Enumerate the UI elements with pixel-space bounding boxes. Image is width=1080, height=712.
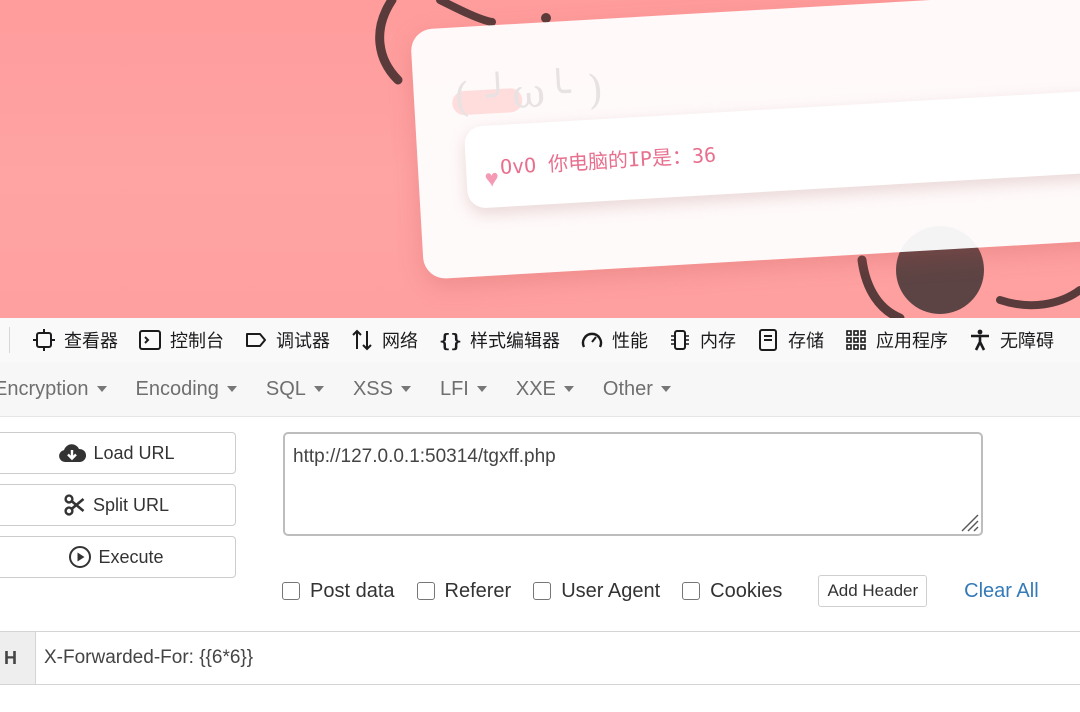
load-url-label: Load URL	[93, 442, 175, 463]
webpage-viewport: ( ╯ω╰ ) ♥ OvO 你电脑的IP是：36	[0, 0, 1080, 318]
message-card: ( ╯ω╰ ) ♥ OvO 你电脑的IP是：36	[410, 0, 1080, 280]
storage-icon	[759, 329, 777, 351]
execute-button[interactable]: Execute	[0, 536, 236, 578]
faded-decoration: ( ╯ω╰ )	[452, 66, 607, 122]
scissors-icon	[64, 494, 85, 516]
menu-lfi[interactable]: LFI	[440, 378, 487, 401]
svg-text:{}: {}	[439, 330, 462, 352]
hackbar-menu: Encryption Encoding SQL XSS LFI XXE Othe…	[0, 362, 1080, 417]
caret-down-icon	[96, 386, 107, 392]
tab-label: 控制台	[170, 331, 224, 351]
menu-xss[interactable]: XSS	[353, 378, 411, 401]
user-agent-label: User Agent	[561, 579, 661, 602]
tab-label: 应用程序	[876, 331, 948, 351]
referer-option[interactable]: Referer	[416, 579, 512, 603]
tab-label: 样式编辑器	[470, 331, 560, 351]
tab-style-editor[interactable]: {} 样式编辑器	[428, 318, 570, 362]
cookies-label: Cookies	[710, 579, 783, 602]
menu-label: Other	[602, 377, 653, 400]
menu-sql[interactable]: SQL	[266, 378, 324, 401]
menu-label: Encoding	[135, 377, 219, 400]
console-icon	[139, 330, 161, 350]
devtools-toolbar: 查看器 控制台 调试器 网络 {} 样式编辑器 性能 内存 存储 应用程序 无障…	[0, 318, 1080, 363]
post-data-option[interactable]: Post data	[282, 580, 395, 603]
menu-xxe[interactable]: XXE	[516, 378, 574, 401]
menu-other[interactable]: Other	[603, 378, 671, 401]
performance-icon	[581, 332, 603, 348]
split-url-label: Split URL	[92, 494, 170, 515]
caret-down-icon	[226, 386, 237, 392]
tab-memory[interactable]: 内存	[658, 318, 746, 362]
tab-label: 性能	[612, 331, 648, 351]
heart-icon: ♥	[483, 165, 500, 193]
play-circle-icon	[69, 546, 92, 568]
menu-label: SQL	[265, 377, 306, 400]
tab-label: 网络	[382, 331, 418, 351]
caret-down-icon	[313, 386, 324, 392]
menu-encoding[interactable]: Encoding	[136, 378, 237, 401]
user-agent-option[interactable]: User Agent	[533, 580, 660, 603]
tab-console[interactable]: 控制台	[128, 318, 234, 362]
application-icon	[846, 330, 866, 350]
tab-network[interactable]: 网络	[340, 318, 428, 362]
load-url-button[interactable]: Load URL	[0, 432, 236, 474]
tab-application[interactable]: 应用程序	[834, 318, 958, 362]
add-header-button[interactable]: Add Header	[818, 575, 928, 607]
style-editor-icon: {}	[439, 330, 462, 352]
clear-all-link[interactable]: Clear All	[964, 580, 1038, 603]
tab-accessibility[interactable]: 无障碍	[958, 318, 1064, 362]
referer-checkbox[interactable]	[416, 582, 435, 600]
cookies-option[interactable]: Cookies	[682, 580, 782, 603]
menu-label: XXE	[515, 377, 556, 400]
cloud-download-icon	[59, 444, 87, 462]
tab-label: 调试器	[276, 331, 330, 351]
user-agent-checkbox[interactable]	[533, 582, 552, 600]
header-row: H X-Forwarded-For: {{6*6}}	[0, 631, 1080, 685]
tab-label: 查看器	[64, 331, 118, 351]
menu-label: LFI	[439, 377, 469, 400]
caret-down-icon	[563, 386, 574, 392]
url-textarea[interactable]: http://127.0.0.1:50314/tgxff.php	[283, 432, 983, 536]
menu-encryption[interactable]: Encryption	[0, 378, 107, 401]
tab-label: 内存	[700, 331, 736, 351]
toolbar-separator	[9, 327, 10, 353]
memory-icon	[671, 330, 689, 350]
split-url-button[interactable]: Split URL	[0, 484, 236, 526]
header-value-input[interactable]: X-Forwarded-For: {{6*6}}	[36, 632, 253, 684]
tab-label: 存储	[788, 331, 824, 351]
menu-label: XSS	[352, 377, 393, 400]
debugger-icon	[246, 333, 266, 347]
menu-label: Encryption	[0, 377, 89, 400]
inspector-icon	[33, 329, 55, 351]
header-type-tag: H	[0, 632, 36, 684]
tab-inspector[interactable]: 查看器	[22, 318, 128, 362]
accessibility-icon	[971, 329, 989, 351]
cookies-checkbox[interactable]	[682, 582, 701, 600]
tab-storage[interactable]: 存储	[746, 318, 834, 362]
caret-down-icon	[400, 386, 411, 392]
network-icon	[352, 329, 372, 351]
tab-debugger[interactable]: 调试器	[234, 318, 340, 362]
caret-down-icon	[660, 386, 671, 392]
options-row: Post data Referer User Agent Cookies Add…	[282, 574, 1080, 608]
tab-label: 无障碍	[1000, 331, 1054, 351]
post-data-checkbox[interactable]	[282, 582, 300, 600]
referer-label: Referer	[444, 579, 512, 602]
caret-down-icon	[476, 386, 487, 392]
post-data-label: Post data	[310, 579, 395, 602]
url-value: http://127.0.0.1:50314/tgxff.php	[293, 446, 556, 467]
tab-performance[interactable]: 性能	[570, 318, 658, 362]
resize-grip-icon[interactable]	[957, 510, 979, 532]
ip-message: OvO 你电脑的IP是：36	[499, 142, 717, 180]
execute-label: Execute	[98, 546, 164, 567]
